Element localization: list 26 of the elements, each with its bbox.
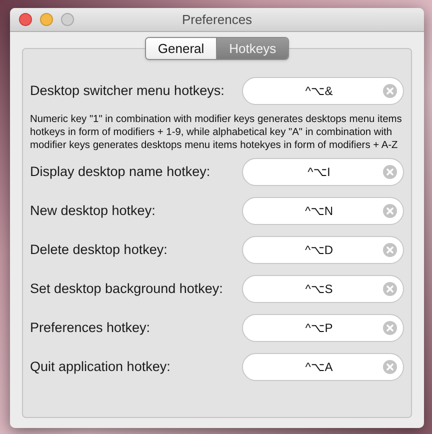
clear-icon[interactable] — [383, 204, 397, 218]
hotkey-field[interactable]: ^⌥& — [242, 77, 404, 105]
hotkey-label: Quit application hotkey: — [30, 358, 172, 376]
hotkey-label: Preferences hotkey: — [30, 318, 152, 337]
clear-icon[interactable] — [383, 321, 397, 335]
hotkey-field[interactable]: ^⌥S — [242, 275, 404, 303]
hotkey-field[interactable]: ^⌥I — [242, 158, 404, 186]
hotkey-field[interactable]: ^⌥N — [242, 197, 404, 225]
clear-icon[interactable] — [383, 360, 397, 374]
clear-icon[interactable] — [383, 84, 397, 98]
clear-icon[interactable] — [383, 243, 397, 257]
hotkey-label: Set desktop background hotkey: — [30, 280, 224, 298]
hotkey-note: Numeric key "1" in combination with modifier keys generates desktops menu items hotkeys in form of modifiers + 1-9, while alphabetical key "A" in combination with modifier keys generates desktops menu items hotekyes in form of modifiers + A-Z — [30, 113, 403, 152]
hotkey-field[interactable]: ^⌥P — [242, 314, 404, 342]
close-window-button[interactable] — [19, 13, 32, 26]
window-title: Preferences — [182, 10, 252, 29]
hotkey-label: Delete desktop hotkey: — [30, 240, 168, 259]
tab[interactable]: General — [146, 38, 216, 59]
hotkey-field[interactable]: ^⌥A — [242, 353, 404, 381]
hotkey-field[interactable]: ^⌥D — [242, 236, 404, 264]
hotkey-label: Display desktop name hotkey: — [30, 162, 212, 181]
minimize-window-button[interactable] — [40, 13, 53, 26]
hotkey-label: New desktop hotkey: — [30, 202, 156, 220]
hotkey-label: Desktop switcher menu hotkeys: — [30, 82, 226, 100]
clear-icon[interactable] — [383, 282, 397, 296]
clear-icon[interactable] — [383, 165, 397, 179]
